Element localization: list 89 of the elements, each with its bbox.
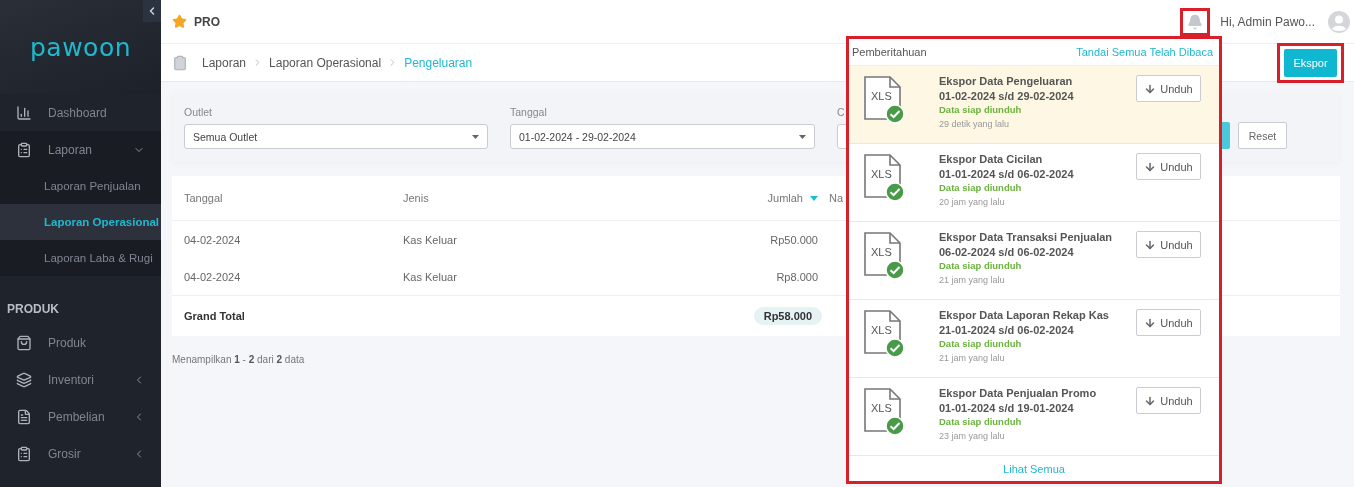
table-cell-text: Rp8.000 <box>775 270 818 283</box>
status-text: Data siap diunduh <box>939 338 1023 349</box>
menu-icon <box>16 371 32 388</box>
menu-icon <box>16 334 32 351</box>
sidebar-subitem[interactable]: Laporan Penjualan <box>0 168 161 204</box>
caret-icon <box>799 134 806 139</box>
bell-icon[interactable] <box>1187 13 1204 30</box>
caret-icon <box>472 134 479 139</box>
sidebar-item[interactable]: Dashboard <box>0 94 161 131</box>
notification-title: Ekspor Data Transaksi Penjualan <box>939 231 1114 243</box>
download-button[interactable]: Unduh <box>1136 75 1201 102</box>
section-title: PRODUK <box>7 302 59 316</box>
panel-title: Pemberitahuan <box>852 46 927 58</box>
download-button[interactable]: Unduh <box>1136 153 1201 180</box>
column-header[interactable]: Jumlah <box>703 192 818 204</box>
total-value: Rp58.000 <box>753 307 822 325</box>
breadcrumb-link[interactable]: Laporan Operasional <box>269 55 382 70</box>
timestamp: 29 detik yang lalu <box>939 119 1011 129</box>
check-circle-icon <box>885 260 905 280</box>
breadcrumb-link[interactable]: Laporan <box>202 55 247 70</box>
sidebar-item[interactable]: Inventori <box>0 361 161 398</box>
menu-icon <box>16 141 32 158</box>
notification-title: Ekspor Data Cicilan <box>939 153 1044 165</box>
menu-icon <box>16 408 32 425</box>
download-button[interactable]: Unduh <box>1136 231 1201 258</box>
pagination-text: Menampilkan 1 - 2 dari 2 data <box>172 354 305 365</box>
date-range: 01-01-2024 s/d 06-02-2024 <box>939 168 1075 180</box>
sort-caret-icon <box>810 195 818 201</box>
sidebar-subitem[interactable]: Laporan Laba & Rugi <box>0 240 161 276</box>
table-cell-text: 04-02-2024 <box>184 233 242 246</box>
status-text: Data siap diunduh <box>939 416 1023 427</box>
table-cell-text: 04-02-2024 <box>184 270 242 283</box>
sidebar-item[interactable]: Laporan <box>0 131 161 168</box>
notification-title: Ekspor Data Penjualan Promo <box>939 387 1098 399</box>
date-range: 06-02-2024 s/d 06-02-2024 <box>939 246 1075 258</box>
arrow-down-icon <box>1144 160 1157 173</box>
menu-icon <box>16 104 32 121</box>
table-cell-text: Rp50.000 <box>769 233 818 246</box>
column-header[interactable]: Tanggal <box>184 192 403 204</box>
notification-title: Ekspor Data Pengeluaran <box>939 75 1074 87</box>
menu-icon <box>16 445 32 462</box>
table-cell-text: Kas Keluar <box>403 233 458 246</box>
timestamp: 20 jam yang lalu <box>939 197 1006 207</box>
user-greeting[interactable]: Hi, Admin Pawo... <box>1220 14 1315 29</box>
reset-button[interactable]: Reset <box>1238 122 1287 149</box>
file-type-label: XLS <box>871 168 892 180</box>
file-type-label: XLS <box>871 402 892 414</box>
status-text: Data siap diunduh <box>939 182 1023 193</box>
check-circle-icon <box>885 104 905 124</box>
date-range: 01-02-2024 s/d 29-02-2024 <box>939 90 1075 102</box>
filter-select[interactable]: 01-02-2024 - 29-02-2024 <box>510 124 815 149</box>
filter-label: Outlet <box>184 106 212 118</box>
status-text: Data siap diunduh <box>939 260 1023 271</box>
download-button[interactable]: Unduh <box>1136 387 1201 414</box>
sidebar-item[interactable]: Pembelian <box>0 398 161 435</box>
timestamp: 21 jam yang lalu <box>939 353 1006 363</box>
download-button[interactable]: Unduh <box>1136 309 1201 336</box>
date-range: 21-01-2024 s/d 06-02-2024 <box>939 324 1075 336</box>
filter-select[interactable]: Semua Outlet <box>184 124 488 149</box>
file-type-label: XLS <box>871 324 892 336</box>
notification-item[interactable]: XLS Ekspor Data Pengeluaran 01-02-2024 s/d 29-02-2024 Data siap diunduh 29 detik yang lalu Unduh <box>849 66 1219 144</box>
table-cell-text: Kas Keluar <box>403 270 458 283</box>
column-header[interactable]: Jenis <box>403 192 703 204</box>
status-text: Data siap diunduh <box>939 104 1023 115</box>
check-circle-icon <box>885 182 905 202</box>
filter-label: Tanggal <box>510 106 547 118</box>
sidebar-item[interactable]: Grosir <box>0 435 161 472</box>
notification-title: Ekspor Data Laporan Rekap Kas <box>939 309 1110 321</box>
file-type-label: XLS <box>871 246 892 258</box>
arrow-down-icon <box>1144 394 1157 407</box>
timestamp: 21 jam yang lalu <box>939 275 1006 285</box>
arrow-down-icon <box>1144 238 1157 251</box>
check-circle-icon <box>885 338 905 358</box>
avatar-icon[interactable] <box>1328 10 1350 33</box>
filter-label: C <box>837 106 845 118</box>
date-range: 01-01-2024 s/d 19-01-2024 <box>939 402 1075 414</box>
star-icon <box>172 14 187 29</box>
arrow-down-icon <box>1144 82 1157 95</box>
check-circle-icon <box>885 416 905 436</box>
sidebar-subitem[interactable]: Laporan Operasional <box>0 204 161 240</box>
logo: pawoon <box>29 32 132 62</box>
total-label: Grand Total <box>184 310 246 322</box>
arrow-down-icon <box>1144 316 1157 329</box>
file-type-label: XLS <box>871 90 892 102</box>
collapse-button[interactable] <box>143 0 161 22</box>
clipboard-icon <box>172 54 188 71</box>
plan-label: PRO <box>194 14 221 29</box>
sidebar-item[interactable]: Produk <box>0 324 161 361</box>
timestamp: 23 jam yang lalu <box>939 431 1006 441</box>
